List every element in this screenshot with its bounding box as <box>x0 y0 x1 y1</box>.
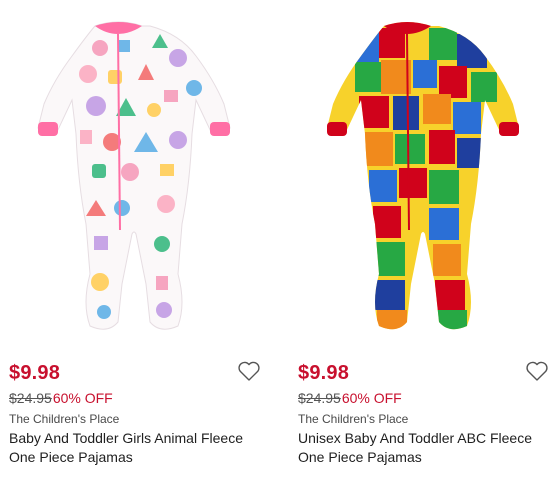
pajama-silhouette <box>37 21 231 330</box>
product-card[interactable]: $9.98 $24.9560% OFF The Children's Place… <box>289 0 557 477</box>
price-row: $24.9560% OFF <box>298 390 402 406</box>
discount-label: 60% OFF <box>52 390 113 406</box>
product-image[interactable] <box>0 4 268 344</box>
product-title[interactable]: Baby And Toddler Girls Animal Fleece One… <box>9 429 264 467</box>
brand-name: The Children's Place <box>9 412 120 426</box>
original-price: $24.95 <box>9 390 52 406</box>
product-image[interactable] <box>289 4 557 344</box>
pajama-silhouette <box>327 22 519 330</box>
brand-name: The Children's Place <box>298 412 409 426</box>
product-grid: $9.98 $24.9560% OFF The Children's Place… <box>0 0 557 477</box>
sale-price: $9.98 <box>298 362 350 384</box>
product-card[interactable]: $9.98 $24.9560% OFF The Children's Place… <box>0 0 268 477</box>
price-row: $24.9560% OFF <box>9 390 113 406</box>
product-title[interactable]: Unisex Baby And Toddler ABC Fleece One P… <box>298 429 553 467</box>
sale-price: $9.98 <box>9 362 61 384</box>
discount-label: 60% OFF <box>341 390 402 406</box>
heart-outline-icon[interactable] <box>525 360 549 382</box>
heart-outline-icon[interactable] <box>237 360 261 382</box>
original-price: $24.95 <box>298 390 341 406</box>
